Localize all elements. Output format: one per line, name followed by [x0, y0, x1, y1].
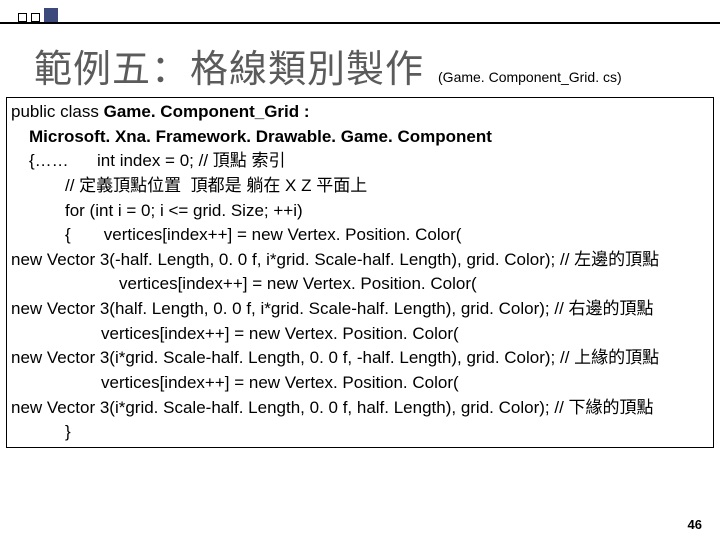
code-line: }	[11, 422, 71, 441]
slide-subtitle: (Game. Component_Grid. cs)	[438, 69, 622, 85]
ornament-square-large	[44, 8, 58, 22]
title-row: 範例五：格線類別製作 (Game. Component_Grid. cs)	[0, 24, 720, 93]
code-block: public class Game. Component_Grid : Micr…	[6, 97, 714, 448]
slide-title: 範例五：格線類別製作	[34, 38, 424, 93]
page-number: 46	[688, 517, 702, 532]
code-line: public class	[11, 102, 104, 121]
code-line-bold: Microsoft. Xna. Framework. Drawable. Gam…	[11, 127, 492, 146]
code-line: for (int i = 0; i <= grid. Size; ++i)	[11, 201, 303, 220]
code-line: new Vector 3(half. Length, 0. 0 f, i*gri…	[11, 299, 654, 318]
code-line: vertices[index++] = new Vertex. Position…	[11, 324, 459, 343]
code-line: new Vector 3(-half. Length, 0. 0 f, i*gr…	[11, 250, 659, 269]
code-line: vertices[index++] = new Vertex. Position…	[11, 373, 459, 392]
ornament-square	[18, 13, 27, 22]
code-line-bold: Game. Component_Grid :	[104, 102, 310, 121]
top-decoration-bar	[0, 0, 720, 24]
code-line: {…… int index = 0; // 頂點 索引	[11, 151, 286, 170]
code-line: // 定義頂點位置 頂都是 躺在 X Z 平面上	[11, 176, 367, 195]
code-line: new Vector 3(i*grid. Scale-half. Length,…	[11, 348, 659, 367]
ornament-square	[31, 13, 40, 22]
code-line: vertices[index++] = new Vertex. Position…	[11, 274, 477, 293]
code-line: { vertices[index++] = new Vertex. Positi…	[11, 225, 461, 244]
code-line: new Vector 3(i*grid. Scale-half. Length,…	[11, 398, 654, 417]
